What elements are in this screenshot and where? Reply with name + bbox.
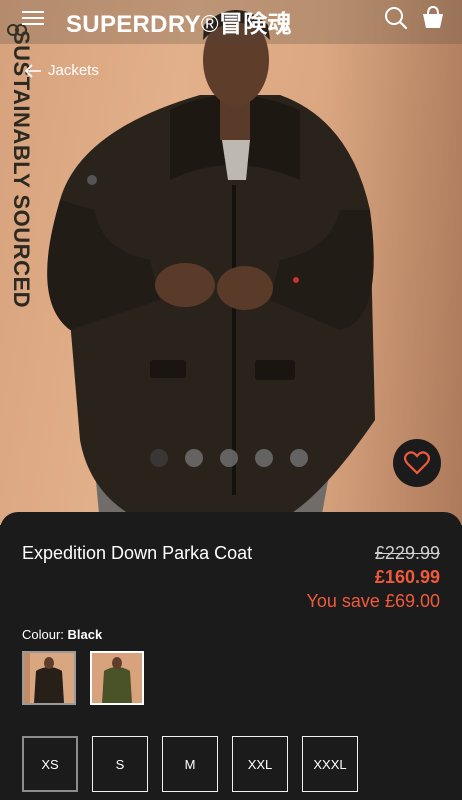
carousel-dot[interactable] xyxy=(220,449,238,467)
search-icon[interactable] xyxy=(384,6,408,30)
carousel-dot[interactable] xyxy=(255,449,273,467)
brand-japanese: 冒険魂 xyxy=(218,11,292,38)
colour-value: Black xyxy=(67,627,103,642)
price-block: £229.99 £160.99 You save £69.00 xyxy=(307,541,440,613)
carousel-dot[interactable] xyxy=(290,449,308,467)
sale-price: £160.99 xyxy=(374,567,440,587)
brand-registered-mark: ® xyxy=(200,11,219,38)
size-option[interactable]: M xyxy=(162,736,218,792)
colour-label: Colour: Black xyxy=(22,627,102,642)
heart-icon xyxy=(404,451,430,475)
colour-label-prefix: Colour: xyxy=(22,627,68,642)
size-option[interactable]: XXL xyxy=(232,736,288,792)
hamburger-menu-icon[interactable] xyxy=(22,7,46,29)
product-name: Expedition Down Parka Coat xyxy=(22,543,253,563)
carousel-dot[interactable] xyxy=(185,449,203,467)
shopping-bag-icon[interactable] xyxy=(421,5,445,29)
carousel-pagination xyxy=(150,449,308,467)
swatch-black[interactable] xyxy=(22,651,76,705)
carousel-dot[interactable] xyxy=(150,449,168,467)
back-link-label: Jackets xyxy=(48,62,99,79)
brand-logo[interactable]: SUPERDRY®冒険魂 xyxy=(66,4,292,39)
size-option[interactable]: XS xyxy=(22,736,78,792)
arrow-left-icon xyxy=(24,63,41,78)
colour-swatches xyxy=(22,651,144,705)
size-selector: XS S M XXL XXXL xyxy=(22,736,358,792)
wishlist-button[interactable] xyxy=(393,439,441,487)
brand-name: SUPERDRY xyxy=(66,11,201,38)
swatch-khaki[interactable] xyxy=(90,651,144,705)
size-option[interactable]: S xyxy=(92,736,148,792)
top-header: SUPERDRY®冒険魂 xyxy=(0,0,462,44)
saving-text: You save £69.00 xyxy=(306,591,440,611)
back-to-jackets-link[interactable]: Jackets xyxy=(24,62,99,79)
product-info-panel: Expedition Down Parka Coat £229.99 £160.… xyxy=(0,512,462,800)
original-price: £229.99 xyxy=(374,543,440,563)
size-option[interactable]: XXXL xyxy=(302,736,358,792)
